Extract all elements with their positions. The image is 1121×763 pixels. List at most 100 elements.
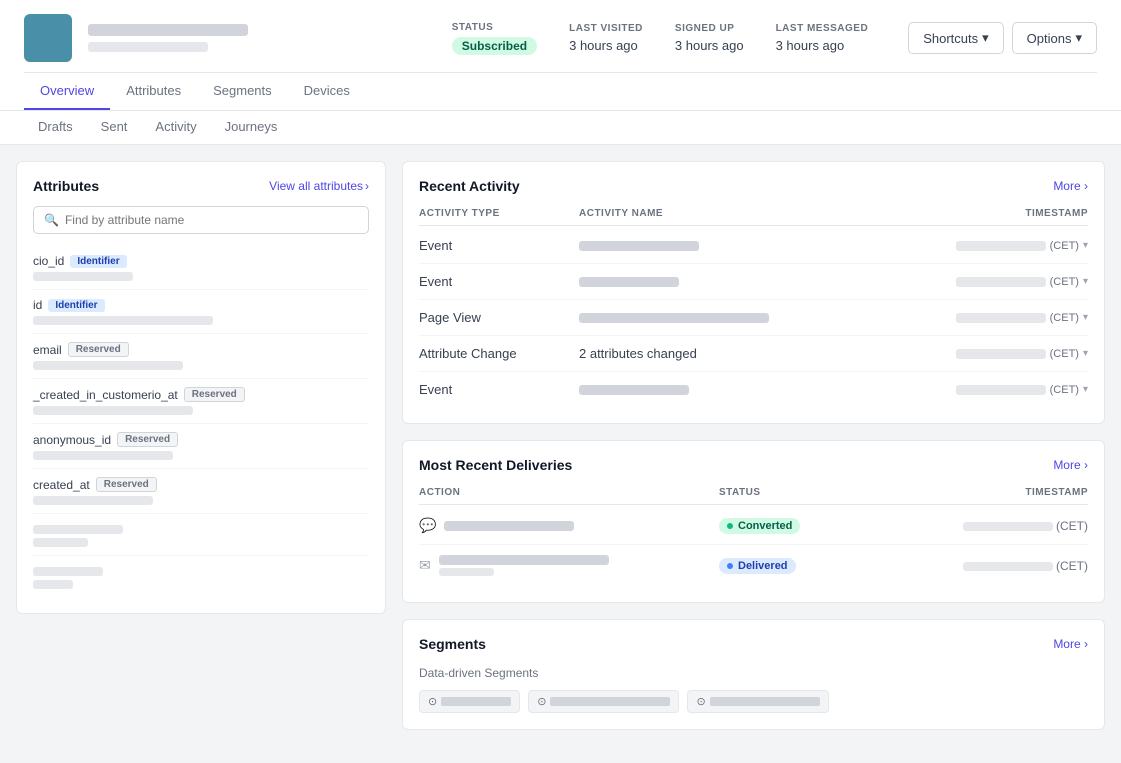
activity-row: Event (CET) ▾ — [419, 228, 1088, 264]
tab-sent[interactable]: Sent — [87, 111, 142, 144]
activity-name — [579, 313, 888, 323]
attr-item-anonymous-id: anonymous_id Reserved — [33, 424, 369, 469]
view-all-attributes-link[interactable]: View all attributes › — [269, 179, 369, 193]
attr-item-cio-id: cio_id Identifier — [33, 246, 369, 290]
tab-activity[interactable]: Activity — [141, 111, 210, 144]
activity-row: Event (CET) ▾ — [419, 264, 1088, 300]
most-recent-deliveries-card: Most Recent Deliveries More › ACTION STA… — [402, 440, 1105, 603]
attr-name: email — [33, 343, 62, 357]
attr-name-placeholder — [33, 525, 123, 534]
activity-ts: (CET) ▾ — [888, 240, 1088, 252]
delivery-action: ✉ — [419, 555, 719, 576]
tab-journeys[interactable]: Journeys — [211, 111, 292, 144]
shortcuts-button[interactable]: Shortcuts ▾ — [908, 22, 1003, 54]
name-placeholder — [579, 241, 699, 251]
col-header-type: ACTIVITY TYPE — [419, 208, 579, 219]
attr-name-placeholder — [33, 567, 103, 576]
col-header-action: ACTION — [419, 487, 719, 498]
ts-placeholder — [956, 313, 1046, 323]
activity-ts: (CET) ▾ — [888, 312, 1088, 324]
name-placeholder — [579, 313, 769, 323]
attribute-search-box[interactable]: 🔍 — [33, 206, 369, 234]
activity-row: Event (CET) ▾ — [419, 372, 1088, 407]
user-info — [88, 24, 436, 52]
data-driven-label: Data-driven Segments — [419, 666, 1088, 680]
deliveries-title: Most Recent Deliveries — [419, 457, 572, 473]
attr-item-created-at: created_at Reserved — [33, 469, 369, 514]
segments-card: Segments More › Data-driven Segments ⊙ ⊙… — [402, 619, 1105, 730]
attr-value-placeholder — [33, 316, 213, 325]
chip-placeholder — [710, 697, 820, 706]
chevron-down-icon: ▾ — [1075, 30, 1082, 46]
activity-ts: (CET) ▾ — [888, 276, 1088, 288]
attr-badge-reserved: Reserved — [68, 342, 129, 357]
segment-chips: ⊙ ⊙ ⊙ — [419, 690, 1088, 713]
deliveries-header: Most Recent Deliveries More › — [419, 457, 1088, 473]
activity-type: Attribute Change — [419, 346, 579, 361]
attr-item-extra2 — [33, 556, 369, 597]
search-icon: 🔍 — [44, 213, 59, 227]
signed-up-value: 3 hours ago — [675, 38, 744, 53]
segments-more-link[interactable]: More › — [1053, 637, 1088, 651]
activity-ts: (CET) ▾ — [888, 348, 1088, 360]
chevron-down-icon: ▾ — [1083, 276, 1088, 287]
last-messaged-value: 3 hours ago — [776, 38, 869, 53]
tab-devices[interactable]: Devices — [288, 73, 366, 110]
activity-type: Event — [419, 238, 579, 253]
attr-value-placeholder — [33, 496, 153, 505]
recent-activity-more-link[interactable]: More › — [1053, 179, 1088, 193]
segment-chip[interactable]: ⊙ — [419, 690, 520, 713]
activity-table-header: ACTIVITY TYPE ACTIVITY NAME TIMESTAMP — [419, 208, 1088, 226]
chevron-down-icon: ▾ — [1083, 384, 1088, 395]
action-sub-placeholder — [439, 568, 494, 576]
activity-type: Event — [419, 274, 579, 289]
ts-placeholder — [956, 385, 1046, 395]
delivery-status: Delivered — [719, 557, 879, 574]
attributes-title: Attributes — [33, 178, 99, 194]
activity-name — [579, 385, 888, 395]
attr-value-placeholder — [33, 406, 193, 415]
primary-nav: Overview Attributes Segments Devices — [24, 72, 1097, 110]
segments-header: Segments More › — [419, 636, 1088, 652]
col-header-name: ACTIVITY NAME — [579, 208, 888, 219]
recent-activity-title: Recent Activity — [419, 178, 520, 194]
segment-chip[interactable]: ⊙ — [687, 690, 828, 713]
recent-activity-header: Recent Activity More › — [419, 178, 1088, 194]
delivery-row: ✉ Delivered (CET) — [419, 545, 1088, 586]
delivery-action: 💬 — [419, 517, 719, 534]
activity-type: Page View — [419, 310, 579, 325]
activity-row: Attribute Change 2 attributes changed (C… — [419, 336, 1088, 372]
chevron-down-icon: ▾ — [982, 30, 989, 46]
content-area: Attributes View all attributes › 🔍 cio_i… — [0, 145, 1121, 746]
options-button[interactable]: Options ▾ — [1012, 22, 1097, 54]
activity-name: 2 attributes changed — [579, 346, 888, 361]
attributes-panel-header: Attributes View all attributes › — [33, 178, 369, 194]
activity-row: Page View (CET) ▾ — [419, 300, 1088, 336]
tab-overview[interactable]: Overview — [24, 73, 110, 110]
attr-name: cio_id — [33, 254, 64, 268]
user-name-placeholder — [88, 24, 248, 36]
attr-value-placeholder — [33, 580, 73, 589]
ts-placeholder — [956, 277, 1046, 287]
col-header-ts: TIMESTAMP — [879, 487, 1088, 498]
tab-drafts[interactable]: Drafts — [24, 111, 87, 144]
status-label: STATUS — [452, 22, 537, 33]
name-placeholder — [579, 277, 679, 287]
attr-name: created_at — [33, 478, 90, 492]
attribute-search-input[interactable] — [65, 213, 358, 227]
attr-badge-identifier: Identifier — [48, 299, 104, 312]
chip-placeholder — [441, 697, 511, 706]
ts-placeholder — [963, 522, 1053, 531]
signed-up-label: SIGNED UP — [675, 23, 744, 34]
attr-item-id: id Identifier — [33, 290, 369, 334]
deliveries-more-link[interactable]: More › — [1053, 458, 1088, 472]
tab-segments[interactable]: Segments — [197, 73, 288, 110]
attr-badge-reserved: Reserved — [96, 477, 157, 492]
activity-ts: (CET) ▾ — [888, 384, 1088, 396]
tab-attributes[interactable]: Attributes — [110, 73, 197, 110]
attr-badge-reserved: Reserved — [117, 432, 178, 447]
user-meta: STATUS Subscribed LAST VISITED 3 hours a… — [452, 22, 868, 55]
segment-chip[interactable]: ⊙ — [528, 690, 679, 713]
activity-name — [579, 277, 888, 287]
attr-badge-identifier: Identifier — [70, 255, 126, 268]
